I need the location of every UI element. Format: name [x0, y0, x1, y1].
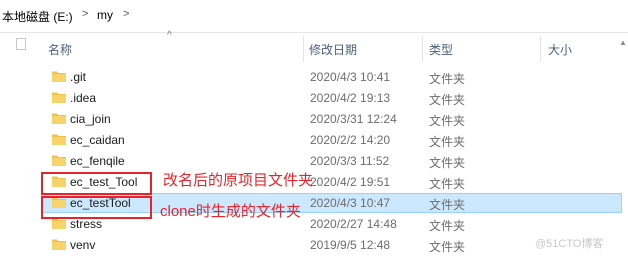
- annotation-text-renamed: 改名后的原项目文件夹: [163, 172, 314, 189]
- file-type: 文件夹: [429, 177, 466, 191]
- modified-date: 2020/2/27 14:48: [310, 217, 397, 231]
- folder-icon: [52, 154, 66, 166]
- modified-date: 2020/4/3 10:47: [310, 196, 391, 210]
- column-header-date[interactable]: 修改日期: [309, 41, 357, 58]
- list-item[interactable]: ec_caidan 2020/2/2 14:20 文件夹: [0, 130, 628, 151]
- annotation-box-cloned: [41, 196, 152, 219]
- column-header-size[interactable]: 大小: [548, 41, 572, 58]
- address-bar[interactable]: 本地磁盘 (E:) > my >: [0, 0, 628, 33]
- file-name[interactable]: cia_join: [70, 112, 111, 126]
- breadcrumb-drive[interactable]: 本地磁盘 (E:): [2, 8, 73, 25]
- list-item[interactable]: .idea 2020/4/2 19:13 文件夹: [0, 88, 628, 109]
- modified-date: 2020/3/3 11:52: [310, 154, 390, 168]
- breadcrumb-separator-icon[interactable]: >: [82, 8, 88, 20]
- column-divider[interactable]: [303, 36, 304, 62]
- modified-date: 2020/4/3 10:41: [310, 70, 391, 84]
- folder-icon: [52, 133, 66, 145]
- folder-icon: [52, 112, 66, 124]
- file-name[interactable]: .idea: [70, 91, 96, 105]
- file-type: 文件夹: [429, 219, 466, 233]
- list-item[interactable]: venv 2019/9/5 12:48 文件夹: [0, 235, 628, 256]
- file-type: 文件夹: [429, 135, 466, 149]
- modified-date: 2020/2/2 14:20: [310, 133, 391, 147]
- file-name[interactable]: ec_fenqile: [70, 154, 125, 168]
- column-divider[interactable]: [422, 36, 423, 62]
- modified-date: 2020/4/2 19:51: [310, 175, 391, 189]
- file-name[interactable]: .git: [70, 70, 86, 84]
- breadcrumb-folder[interactable]: my: [97, 8, 113, 22]
- annotation-box-renamed: [41, 172, 152, 195]
- list-item[interactable]: ec_fenqile 2020/3/3 11:52 文件夹: [0, 151, 628, 172]
- file-name[interactable]: venv: [70, 238, 95, 252]
- scroll-up-icon[interactable]: ▲: [619, 38, 627, 47]
- annotation-text-cloned: clone时生成的文件夹: [160, 203, 301, 220]
- modified-date: 2019/9/5 12:48: [310, 238, 391, 252]
- modified-date: 2020/4/2 19:13: [310, 91, 391, 105]
- file-type: 文件夹: [429, 198, 466, 212]
- file-type: 文件夹: [429, 240, 466, 254]
- file-name[interactable]: stress: [70, 217, 102, 231]
- file-type: 文件夹: [429, 72, 466, 86]
- list-item[interactable]: cia_join 2020/3/31 12:24 文件夹: [0, 109, 628, 130]
- folder-icon: [52, 70, 66, 82]
- file-name[interactable]: ec_caidan: [70, 133, 125, 147]
- file-type: 文件夹: [429, 114, 466, 128]
- file-type: 文件夹: [429, 156, 466, 170]
- file-type: 文件夹: [429, 93, 466, 107]
- breadcrumb-separator-icon[interactable]: >: [123, 8, 129, 20]
- watermark: @51CTO博客: [535, 238, 604, 250]
- folder-icon: [52, 238, 66, 250]
- modified-date: 2020/3/31 12:24: [310, 112, 397, 126]
- list-item[interactable]: .git 2020/4/3 10:41 文件夹: [0, 67, 628, 88]
- column-header-type[interactable]: 类型: [429, 41, 453, 58]
- folder-icon: [52, 91, 66, 103]
- column-header-name[interactable]: 名称: [48, 41, 72, 58]
- column-divider[interactable]: [540, 36, 541, 62]
